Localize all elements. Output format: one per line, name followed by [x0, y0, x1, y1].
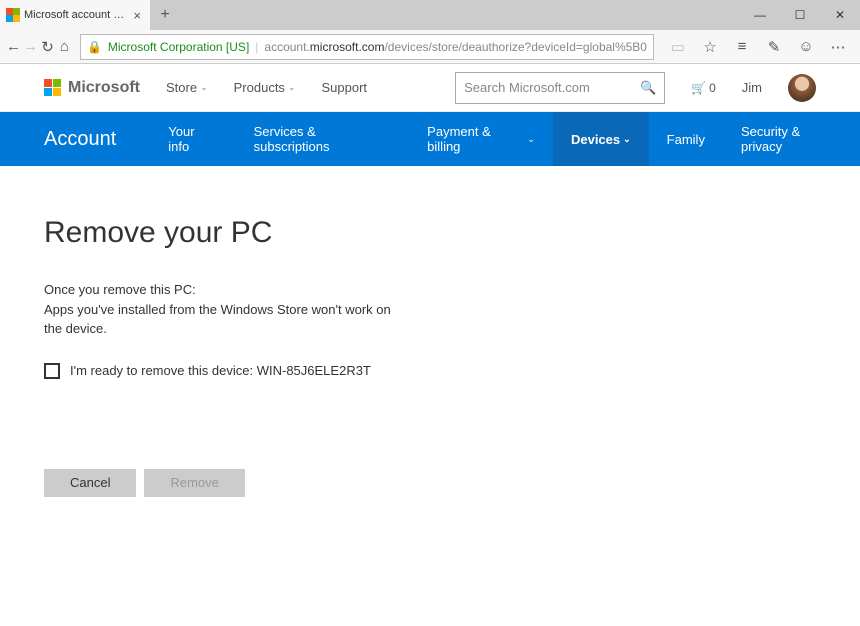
nav-family[interactable]: Family	[649, 112, 723, 166]
hub-icon[interactable]: ≡	[726, 32, 758, 62]
back-button[interactable]: ←	[6, 32, 21, 62]
maximize-button[interactable]: ☐	[780, 0, 820, 30]
url-text: account.microsoft.com/devices/store/deau…	[264, 40, 647, 54]
nav-products[interactable]: Products⌄	[234, 80, 296, 95]
nav-store[interactable]: Store⌄	[166, 80, 208, 95]
share-icon[interactable]: ☺	[790, 32, 822, 62]
cert-label: Microsoft Corporation [US]	[108, 40, 249, 54]
refresh-button[interactable]: ↻	[40, 32, 55, 62]
chevron-down-icon: ⌄	[527, 134, 535, 145]
nav-support[interactable]: Support	[321, 80, 367, 95]
cart-count: 0	[709, 81, 716, 95]
notes-icon[interactable]: ✎	[758, 32, 790, 62]
search-input[interactable]: Search Microsoft.com 🔍	[455, 72, 665, 104]
page-title: Remove your PC	[44, 216, 816, 250]
browser-toolbar: ← → ↻ ⌂ 🔒 Microsoft Corporation [US] | a…	[0, 30, 860, 64]
tab-title: Microsoft account | Rem	[24, 9, 126, 21]
site-header: Microsoft Store⌄ Products⌄ Support Searc…	[0, 64, 860, 112]
reading-view-icon[interactable]: ▭	[662, 32, 694, 62]
chevron-down-icon: ⌄	[200, 82, 208, 93]
cart-button[interactable]: 🛒0	[691, 81, 716, 95]
nav-services[interactable]: Services & subscriptions	[236, 112, 410, 166]
confirm-checkbox[interactable]	[44, 363, 60, 379]
search-icon[interactable]: 🔍	[640, 80, 656, 96]
username[interactable]: Jim	[742, 80, 762, 95]
lock-icon: 🔒	[87, 40, 102, 54]
more-icon[interactable]: ⋯	[822, 32, 854, 62]
favorite-icon[interactable]: ☆	[694, 32, 726, 62]
account-brand[interactable]: Account	[44, 112, 150, 166]
chevron-down-icon: ⌄	[288, 82, 296, 93]
remove-button[interactable]: Remove	[144, 469, 244, 497]
home-button[interactable]: ⌂	[57, 32, 72, 62]
new-tab-button[interactable]: +	[150, 0, 180, 30]
avatar[interactable]	[788, 74, 816, 102]
confirm-row: I'm ready to remove this device: WIN-85J…	[44, 363, 816, 379]
minimize-button[interactable]: —	[740, 0, 780, 30]
page-content: Remove your PC Once you remove this PC: …	[0, 166, 860, 547]
cancel-button[interactable]: Cancel	[44, 469, 136, 497]
tab-favicon	[6, 8, 20, 22]
confirm-label: I'm ready to remove this device: WIN-85J…	[70, 363, 371, 378]
nav-payment[interactable]: Payment & billing⌄	[409, 112, 553, 166]
nav-security[interactable]: Security & privacy	[723, 112, 860, 166]
close-window-button[interactable]: ✕	[820, 0, 860, 30]
browser-titlebar: Microsoft account | Rem × + — ☐ ✕	[0, 0, 860, 30]
address-bar[interactable]: 🔒 Microsoft Corporation [US] | account.m…	[80, 34, 654, 60]
intro-text: Once you remove this PC: Apps you've ins…	[44, 280, 404, 339]
chevron-down-icon: ⌄	[623, 134, 631, 145]
cart-icon: 🛒	[691, 81, 706, 95]
nav-devices[interactable]: Devices⌄	[553, 112, 649, 166]
nav-your-info[interactable]: Your info	[150, 112, 235, 166]
close-tab-icon[interactable]: ×	[130, 8, 144, 23]
search-placeholder: Search Microsoft.com	[464, 80, 590, 95]
account-nav: Account Your info Services & subscriptio…	[0, 112, 860, 166]
browser-tab[interactable]: Microsoft account | Rem ×	[0, 0, 150, 30]
forward-button[interactable]: →	[23, 32, 38, 62]
logo-text: Microsoft	[68, 79, 140, 97]
microsoft-logo[interactable]: Microsoft	[44, 79, 140, 97]
